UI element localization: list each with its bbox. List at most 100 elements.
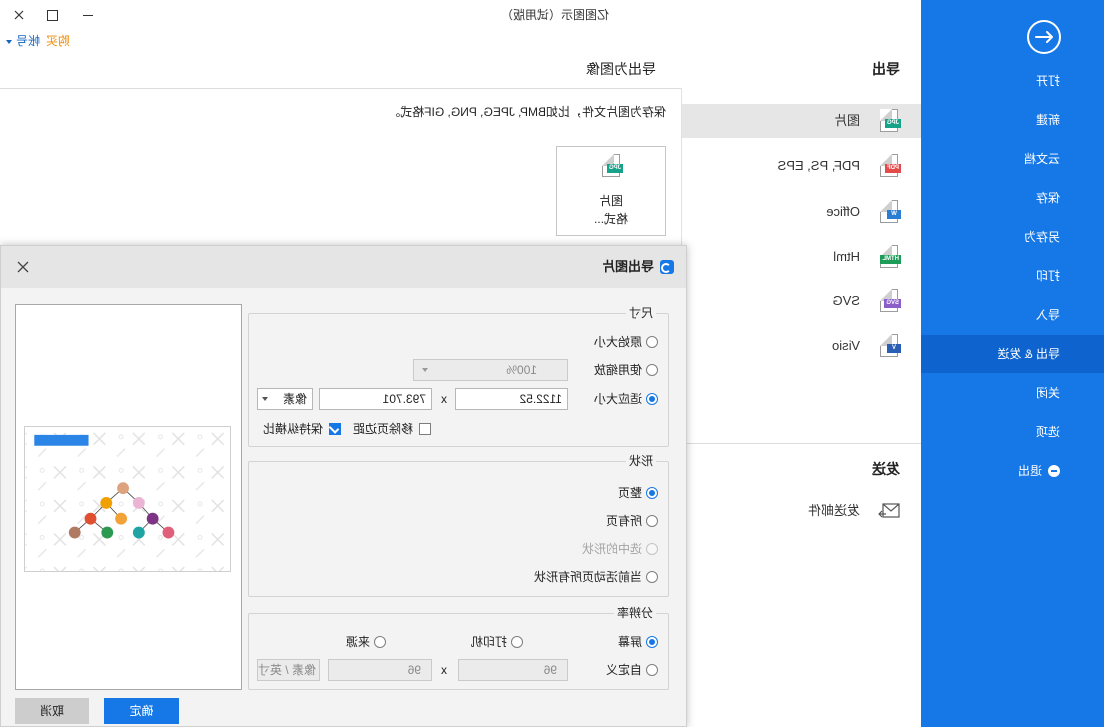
file-badge: SVG bbox=[884, 299, 901, 308]
sidebar-item-label: 关闭 bbox=[1035, 386, 1060, 400]
width-input[interactable]: 1122.52 bbox=[455, 388, 568, 410]
shape-group: 形状 整页 所有页 选中的形状 当前活动页所有形状 bbox=[248, 453, 669, 597]
zoom-select[interactable]: 100% bbox=[413, 359, 568, 381]
sidebar-item-cloud-docs[interactable]: 云文档 bbox=[921, 140, 1104, 178]
file-badge: JPG bbox=[884, 119, 901, 128]
tree-node bbox=[132, 497, 145, 509]
remove-margin-checkbox[interactable] bbox=[419, 423, 431, 435]
sidebar-item-open[interactable]: 打开 bbox=[921, 62, 1104, 100]
tree-node bbox=[115, 512, 128, 525]
sidebar-item-label: 另存为 bbox=[1023, 230, 1060, 244]
times-sign: x bbox=[441, 663, 447, 677]
chevron-down-icon[interactable] bbox=[6, 40, 12, 44]
header-divider bbox=[0, 88, 682, 89]
export-item-label: 图片 bbox=[833, 113, 860, 128]
jpg-file-icon: JPG bbox=[602, 154, 623, 177]
tree-node bbox=[100, 497, 113, 509]
sidebar-item-save-as[interactable]: 另存为 bbox=[921, 218, 1104, 256]
custom-label: 自定义 bbox=[605, 663, 642, 677]
sidebar-item-label: 新建 bbox=[1035, 113, 1060, 127]
export-item-label: Office bbox=[826, 204, 860, 219]
export-preview bbox=[15, 304, 242, 690]
chevron-down-icon bbox=[422, 368, 428, 372]
keep-ratio-checkbox[interactable] bbox=[329, 423, 341, 435]
unit-value: 像素 bbox=[282, 392, 307, 406]
word-file-icon: W bbox=[880, 200, 901, 223]
printer-label: 打印机 bbox=[470, 635, 507, 649]
dpi-unit-select[interactable]: 像素 / 英寸 bbox=[257, 659, 320, 681]
file-badge: W bbox=[887, 210, 901, 219]
all-pages-radio[interactable] bbox=[646, 515, 658, 527]
sidebar-item-options[interactable]: 选项 bbox=[921, 413, 1104, 451]
chevron-down-icon bbox=[262, 397, 268, 401]
unit-select[interactable]: 像素 bbox=[257, 388, 313, 410]
back-arrow-icon[interactable] bbox=[1026, 19, 1062, 55]
shape-option-label: 选中的形状 bbox=[581, 542, 642, 556]
shape-option-label: 当前活动页所有形状 bbox=[533, 570, 642, 584]
file-badge: HTML bbox=[880, 255, 901, 264]
window-title: 亿图图示（试用版） bbox=[501, 8, 610, 22]
preview-thumbnail bbox=[24, 426, 231, 572]
tree-node bbox=[132, 526, 145, 539]
sidebar-item-label: 导入 bbox=[1035, 308, 1060, 322]
app-window: 打开 新建 云文档 保存 另存为 打印 导入 导出 & 发送 关闭 选项 退出 … bbox=[0, 0, 1104, 727]
remove-margin-label: 移除页边距 bbox=[352, 422, 413, 436]
tree-node bbox=[84, 512, 97, 525]
printer-radio[interactable] bbox=[511, 636, 523, 648]
send-item-label: 发送邮件 bbox=[807, 503, 860, 518]
pdf-file-icon: PDF bbox=[880, 154, 901, 177]
dialog-titlebar[interactable] bbox=[1, 246, 686, 288]
send-heading: 发送 bbox=[872, 461, 900, 477]
sidebar-item-save[interactable]: 保存 bbox=[921, 179, 1104, 217]
account-menu[interactable]: 帐号 bbox=[16, 33, 40, 49]
sidebar-item-label: 导出 & 发送 bbox=[997, 347, 1060, 361]
cancel-button[interactable]: 取消 bbox=[15, 698, 89, 724]
close-icon[interactable] bbox=[16, 260, 30, 274]
source-label: 来源 bbox=[345, 635, 370, 649]
original-size-radio[interactable] bbox=[646, 336, 658, 348]
export-item-label: PDF, PS, EPS bbox=[777, 158, 860, 173]
visio-file-icon: V bbox=[880, 334, 901, 357]
section-divider bbox=[682, 443, 921, 444]
thumbnail-title-bar bbox=[34, 434, 89, 446]
active-page-shapes-radio[interactable] bbox=[646, 571, 658, 583]
whole-page-radio[interactable] bbox=[646, 487, 658, 499]
image-format-button[interactable]: JPG 图片 格式... bbox=[556, 146, 666, 236]
minimize-icon[interactable] bbox=[81, 8, 95, 22]
sidebar-item-print[interactable]: 打印 bbox=[921, 257, 1104, 295]
dialog-title: 导出图片 bbox=[601, 259, 654, 274]
app-logo-icon bbox=[660, 260, 674, 274]
close-icon[interactable] bbox=[12, 8, 26, 22]
fit-size-label: 适应大小 bbox=[593, 392, 642, 406]
sidebar-item-close[interactable]: 关闭 bbox=[921, 374, 1104, 412]
sidebar-item-label: 云文档 bbox=[1023, 152, 1060, 166]
keep-ratio-label: 保持纵横比 bbox=[262, 422, 323, 436]
resolution-legend: 分辨率 bbox=[613, 605, 656, 621]
maximize-icon[interactable] bbox=[46, 8, 60, 22]
tree-node bbox=[162, 526, 175, 539]
sidebar-item-new[interactable]: 新建 bbox=[921, 101, 1104, 139]
height-input[interactable]: 793.701 bbox=[319, 388, 432, 410]
zoom-label: 使用缩放 bbox=[593, 363, 642, 377]
sidebar-item-label: 选项 bbox=[1035, 425, 1060, 439]
original-size-label: 原始大小 bbox=[593, 335, 642, 349]
sidebar-item-import[interactable]: 导入 bbox=[921, 296, 1104, 334]
dpi-y-input[interactable]: 96 bbox=[328, 659, 432, 681]
tree-node bbox=[101, 526, 114, 539]
ok-button[interactable]: 确定 bbox=[104, 698, 179, 724]
custom-radio[interactable] bbox=[646, 664, 658, 676]
send-mail-icon bbox=[878, 503, 900, 518]
zoom-radio[interactable] bbox=[646, 364, 658, 376]
svg-file-icon: SVG bbox=[880, 289, 901, 312]
sidebar-item-export-send[interactable]: 导出 & 发送 bbox=[921, 335, 1104, 373]
sidebar-item-label: 保存 bbox=[1035, 191, 1060, 205]
sidebar-item-exit[interactable]: 退出 bbox=[921, 452, 1104, 490]
screen-radio[interactable] bbox=[646, 636, 658, 648]
html-file-icon: HTML bbox=[880, 245, 901, 268]
source-radio[interactable] bbox=[374, 636, 386, 648]
dpi-x-input[interactable]: 96 bbox=[458, 659, 568, 681]
selected-shapes-radio bbox=[646, 543, 658, 555]
tree-node bbox=[117, 482, 129, 495]
buy-link[interactable]: 购买 bbox=[46, 33, 70, 49]
fit-size-radio[interactable] bbox=[646, 393, 658, 405]
